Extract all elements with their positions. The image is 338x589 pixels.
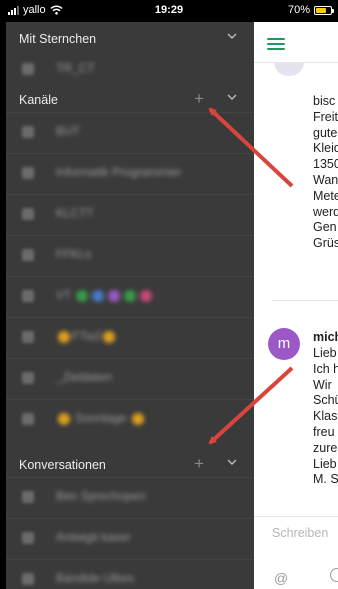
add-conversation-button[interactable]: + <box>194 454 204 474</box>
message-line: Wan <box>313 173 338 187</box>
list-item[interactable]: Informatik Programmier <box>6 153 254 192</box>
section-title: Kanäle <box>19 93 58 107</box>
list-item[interactable]: Bandide Ulbes <box>6 559 254 589</box>
main-panel: bisс Freit gute Kleid 1350 Wan Mete werd Gen Grüs… <box>254 22 338 589</box>
list-item[interactable]: KLCTT <box>6 194 254 233</box>
battery-icon <box>314 5 334 15</box>
list-item[interactable]: Sonntage <box>6 399 254 438</box>
emoji-icon <box>140 289 153 302</box>
emoji-icon <box>132 412 145 425</box>
emoji-icon <box>124 289 137 302</box>
hash-icon <box>22 167 34 179</box>
star-icon <box>22 63 34 75</box>
battery-percent: 70% <box>287 4 310 16</box>
message-line: bisс <box>313 94 336 108</box>
message-line: M. S <box>313 472 338 487</box>
chevron-down-icon[interactable] <box>226 456 238 468</box>
user-icon <box>22 532 34 544</box>
hash-icon <box>22 413 34 425</box>
message-line: Wir <box>313 377 332 392</box>
hash-icon <box>22 126 34 138</box>
message-line: Grüs <box>313 236 338 251</box>
list-item[interactable]: TR_CT <box>6 50 254 88</box>
list-item[interactable]: Ben Sprechopen <box>6 477 254 516</box>
message-line: Mete <box>313 188 338 203</box>
message-line: 1350 <box>313 157 338 172</box>
message-line: Schü <box>313 393 338 408</box>
message-line: freu <box>313 425 335 439</box>
divider <box>272 300 338 301</box>
list-item[interactable]: FFKLs <box>6 235 254 274</box>
divider <box>254 516 338 517</box>
message-line: Ich h <box>313 361 338 376</box>
emoji-icon <box>58 412 70 425</box>
section-title: Konversationen <box>19 458 106 472</box>
at-icon[interactable]: @ <box>274 570 288 586</box>
hash-icon <box>22 372 34 384</box>
menu-icon[interactable] <box>267 38 285 50</box>
section-header-channels[interactable]: Kanäle + <box>6 88 254 112</box>
avatar <box>274 62 304 76</box>
sidebar: Mit Sternchen TR_CT Kanäle + BUT Informa… <box>6 22 254 589</box>
message-input[interactable]: Schreiben <box>272 526 328 540</box>
message-line: Lieb <box>313 346 337 360</box>
battery-fill <box>316 7 326 13</box>
emoji-icon[interactable] <box>330 568 338 582</box>
avatar[interactable]: m <box>268 328 300 360</box>
emoji-icon <box>103 330 116 343</box>
message-line: Kleid <box>313 141 338 156</box>
emoji-icon <box>108 289 121 302</box>
emoji-icon <box>76 289 89 302</box>
message-line: werd <box>313 204 338 219</box>
message-line: Lieb <box>313 456 337 471</box>
list-item[interactable]: FTw2 <box>6 317 254 356</box>
user-icon <box>22 573 34 585</box>
emoji-icon <box>92 289 105 302</box>
message-line: Klas <box>313 409 338 424</box>
section-header-starred[interactable]: Mit Sternchen <box>6 27 254 51</box>
list-item[interactable]: _Zieldaten <box>6 358 254 397</box>
hash-icon <box>22 290 34 302</box>
hash-icon <box>22 331 34 343</box>
message-line: Gen <box>313 220 337 235</box>
hash-icon <box>22 249 34 261</box>
top-bar <box>254 22 338 63</box>
list-item[interactable]: Antwigti kaser <box>6 518 254 557</box>
message-line: zure <box>313 440 338 455</box>
user-icon <box>22 491 34 503</box>
list-item[interactable]: VT <box>6 276 254 315</box>
section-header-conversations[interactable]: Konversationen + <box>6 453 254 477</box>
chevron-down-icon[interactable] <box>226 30 238 42</box>
status-bar: yallo 19:29 70% <box>0 0 338 22</box>
message-line: gute <box>313 125 338 140</box>
emoji-icon <box>58 330 70 343</box>
message-line: Freit <box>313 109 338 124</box>
add-channel-button[interactable]: + <box>194 89 204 109</box>
list-item[interactable]: BUT <box>6 112 254 151</box>
chevron-down-icon[interactable] <box>226 91 238 103</box>
section-title: Mit Sternchen <box>19 32 97 46</box>
sender-name[interactable]: mich <box>313 330 338 344</box>
hash-icon <box>22 208 34 220</box>
